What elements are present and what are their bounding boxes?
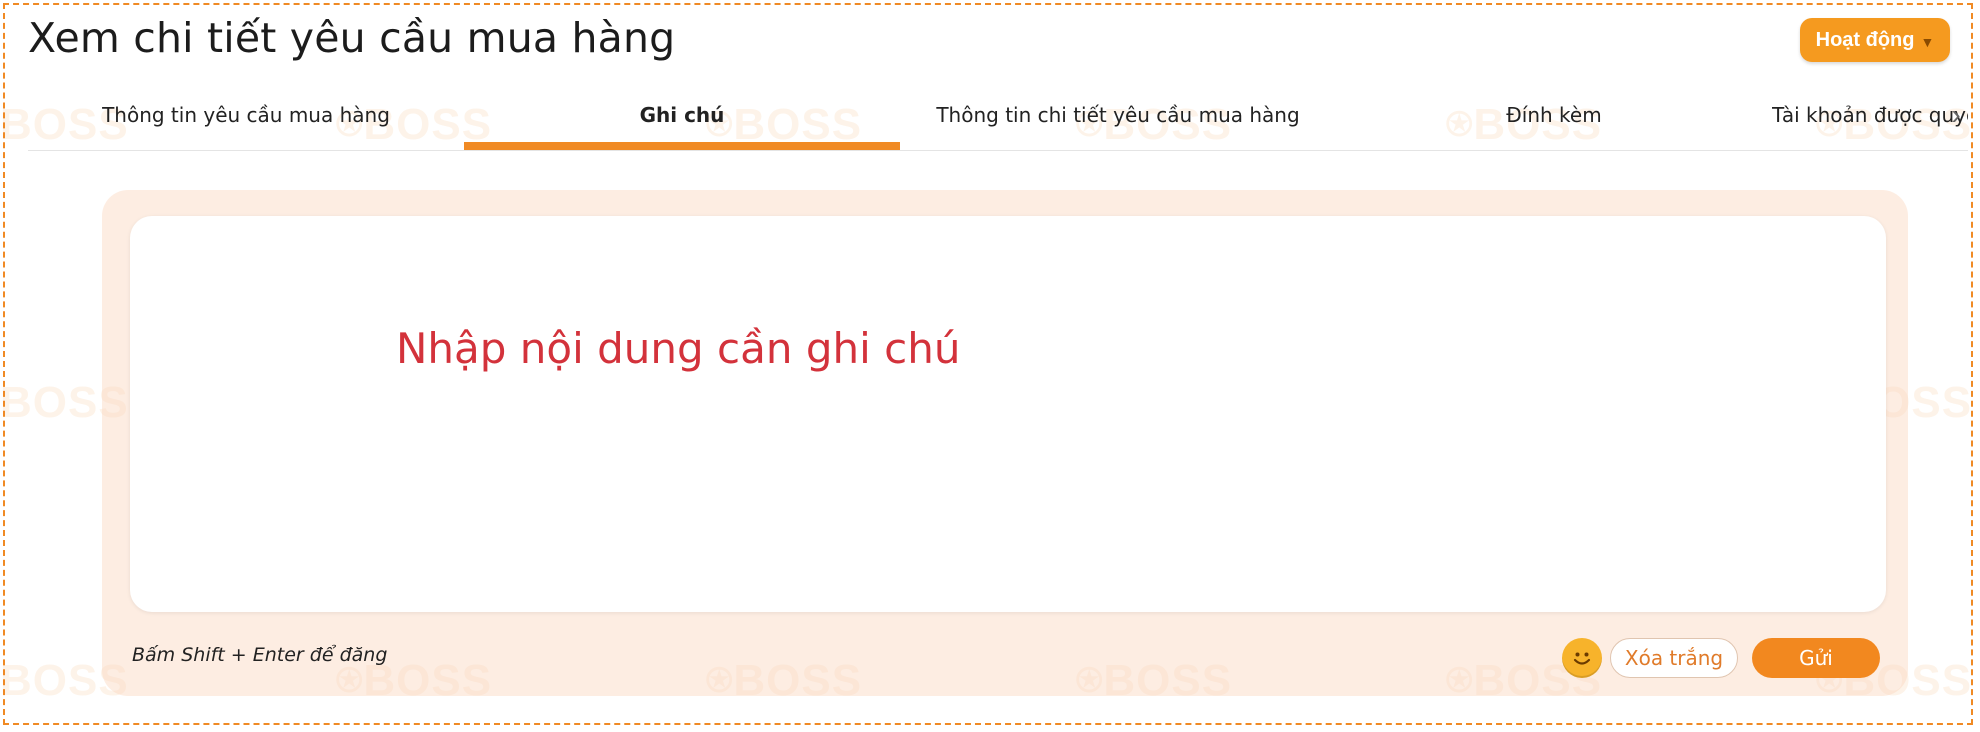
smiley-emoji-icon[interactable] — [1562, 638, 1602, 678]
tab-purchase-request-details[interactable]: Thông tin chi tiết yêu cầu mua hàng — [900, 80, 1336, 150]
caret-down-icon: ▼ — [1920, 34, 1935, 50]
page-header: Xem chi tiết yêu cầu mua hàng Hoạt động … — [28, 10, 1950, 70]
tab-label: Thông tin yêu cầu mua hàng — [102, 103, 390, 127]
note-panel: Nhập nội dung cần ghi chú Bấm Shift + En… — [102, 190, 1908, 696]
tab-bar: Thông tin yêu cầu mua hàng Ghi chú Thông… — [28, 80, 1968, 151]
tab-label: Ghi chú — [639, 103, 725, 127]
page-title: Xem chi tiết yêu cầu mua hàng — [28, 14, 676, 62]
activity-dropdown-button[interactable]: Hoạt động ▼ — [1800, 18, 1950, 62]
chevron-right-icon[interactable]: › — [1944, 99, 1968, 130]
note-placeholder: Nhập nội dung cần ghi chú — [396, 324, 961, 373]
tab-notes[interactable]: Ghi chú — [464, 80, 900, 150]
tab-label: Thông tin chi tiết yêu cầu mua hàng — [936, 103, 1300, 127]
submit-hint: Bấm Shift + Enter để đăng — [132, 644, 388, 666]
note-textarea[interactable]: Nhập nội dung cần ghi chú — [130, 216, 1886, 612]
tab-label: Đính kèm — [1506, 103, 1602, 127]
send-button[interactable]: Gửi — [1752, 638, 1880, 678]
tab-authorized-accounts[interactable]: Tài khoản được quyền — [1772, 80, 1968, 150]
activity-button-label: Hoạt động — [1815, 28, 1915, 51]
clear-button[interactable]: Xóa trắng — [1610, 638, 1738, 678]
tab-attachments[interactable]: Đính kèm — [1336, 80, 1772, 150]
active-tab-indicator — [464, 142, 900, 150]
tab-purchase-request-info[interactable]: Thông tin yêu cầu mua hàng — [28, 80, 464, 150]
tab-label: Tài khoản được quyền — [1772, 103, 1968, 127]
